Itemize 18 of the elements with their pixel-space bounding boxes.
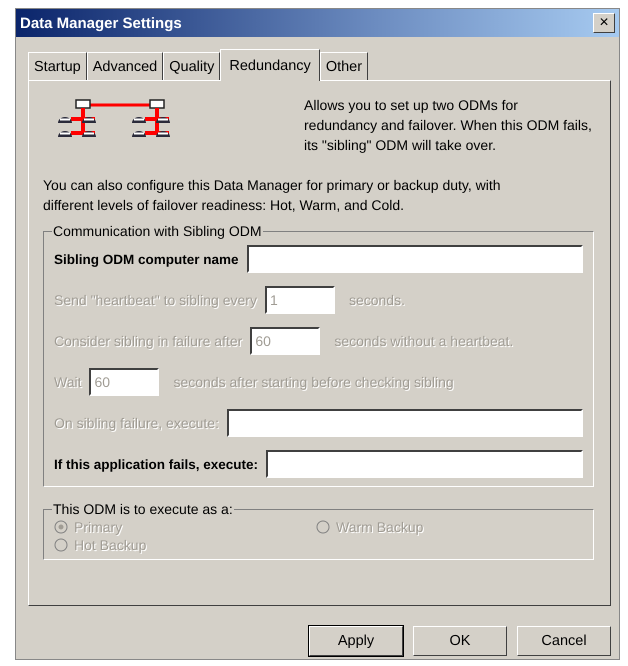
group-title: This ODM is to execute as a: <box>52 501 234 517</box>
tab[interactable]: Quality <box>163 52 220 80</box>
input-field[interactable] <box>266 450 583 478</box>
tab[interactable]: Other <box>320 52 368 80</box>
description-text: You can also configure this Data Manager for primary or backup duty, with different levels of failover readiness: Hot, Warm, and Cold. <box>43 176 502 215</box>
window-title: Data Manager Settings <box>20 14 182 32</box>
input-field[interactable] <box>246 245 583 273</box>
dialog-button[interactable]: OK <box>413 626 507 656</box>
field-label: If this application fails, execute: <box>54 456 258 472</box>
dialog-button[interactable]: Cancel <box>517 626 611 656</box>
tab[interactable]: Advanced <box>86 52 164 80</box>
tab[interactable]: Startup <box>28 52 87 80</box>
intro-text: Allows you to set up two ODMs for redundancy and failover. When this ODM fails, its "sibling" ODM will take over. <box>304 96 593 155</box>
group-title: Communication with Sibling ODM <box>52 223 263 239</box>
field-label: Sibling ODM computer name <box>54 252 239 266</box>
close-button[interactable]: × <box>593 13 615 33</box>
dialog-button[interactable]: Apply <box>309 626 403 656</box>
tab[interactable]: Redundancy <box>220 49 320 81</box>
